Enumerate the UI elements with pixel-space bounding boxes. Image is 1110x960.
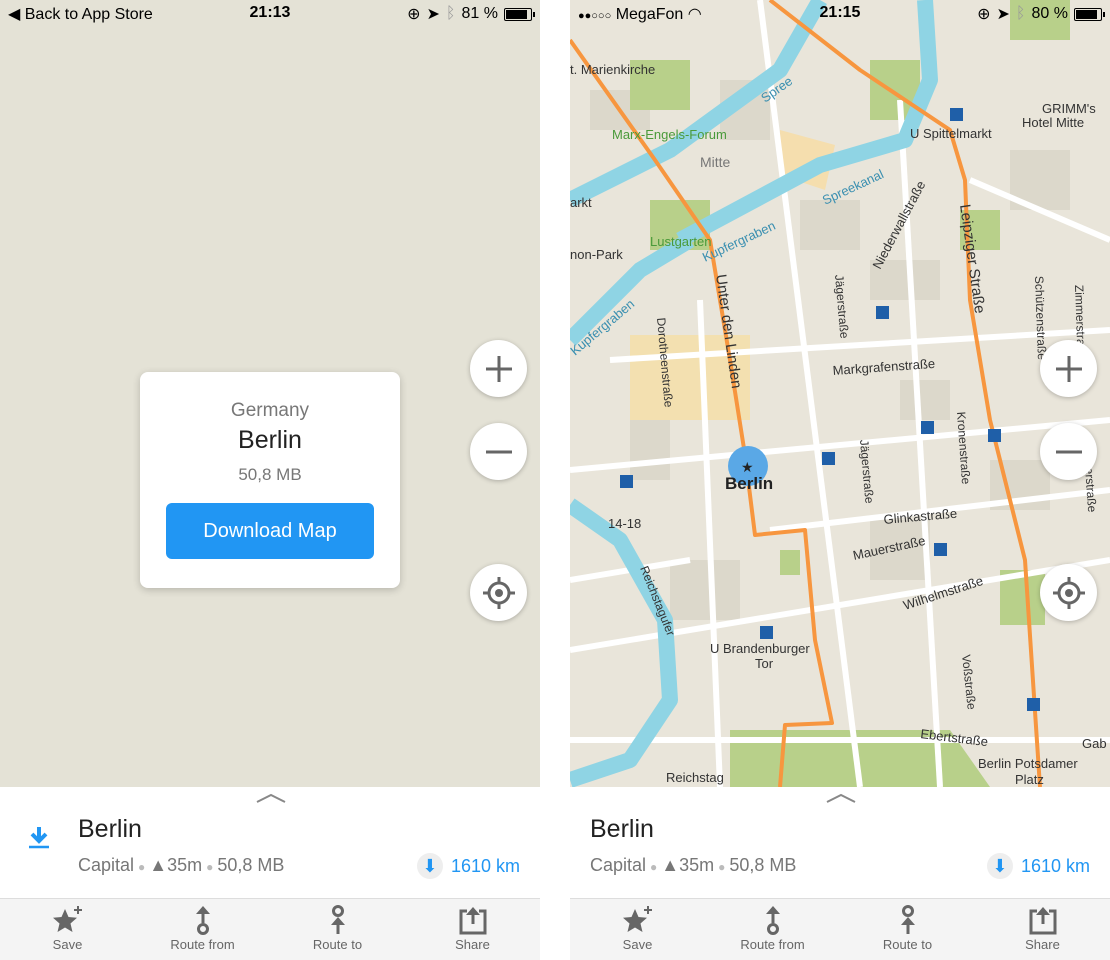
map-label: Mitte bbox=[700, 154, 731, 170]
map-canvas[interactable]: ★ Berlin t. Marienkirche Marx-Engels-For… bbox=[570, 0, 1110, 787]
direction-arrow-icon: ⬇ bbox=[986, 853, 1013, 879]
zoom-in-button[interactable] bbox=[470, 340, 527, 397]
download-icon[interactable] bbox=[28, 825, 50, 849]
place-size: 50,8 MB bbox=[729, 855, 797, 875]
map-size: 50,8 MB bbox=[238, 465, 302, 484]
location-icon: ➤ bbox=[996, 6, 1010, 23]
map-label: Markgrafenstraße bbox=[832, 356, 935, 378]
map-label: Lustgarten bbox=[650, 234, 711, 249]
star-plus-icon bbox=[622, 906, 652, 932]
battery-percent: 81 % bbox=[461, 5, 498, 22]
locate-icon bbox=[1052, 576, 1085, 609]
map-label: Jägerstraße bbox=[857, 439, 877, 504]
route-to-icon bbox=[330, 905, 345, 934]
map-label: Marx-Engels-Forum bbox=[612, 127, 727, 142]
elevation-icon: ▲ bbox=[661, 855, 680, 875]
route-from-button[interactable]: Route from bbox=[705, 899, 840, 960]
star-icon: ★ bbox=[741, 459, 754, 475]
distance: ⬇ 1610 km bbox=[986, 853, 1090, 879]
distance: ⬇ 1610 km bbox=[416, 853, 520, 879]
phone-screen-right: ★ Berlin t. Marienkirche Marx-Engels-For… bbox=[570, 0, 1110, 960]
minus-icon bbox=[485, 450, 512, 453]
route-to-button[interactable]: Route to bbox=[840, 899, 975, 960]
bluetooth-icon: ᛒ bbox=[1015, 5, 1026, 22]
download-map-button[interactable]: Download Map bbox=[166, 503, 374, 559]
elevation-icon: ▲ bbox=[149, 855, 168, 875]
city-label: Berlin bbox=[725, 474, 773, 493]
action-toolbar: Save Route from Route to Share bbox=[0, 898, 540, 960]
action-toolbar: Save Route from Route to Share bbox=[570, 898, 1110, 960]
chevron-up-icon[interactable] bbox=[826, 793, 856, 803]
place-sheet[interactable]: Berlin Capital ● ▲35m ● 50,8 MB ⬇ 1610 km bbox=[570, 787, 1110, 898]
distance-value: 1610 km bbox=[1020, 855, 1090, 876]
chevron-up-icon[interactable] bbox=[256, 793, 286, 803]
star-plus-icon bbox=[52, 906, 82, 932]
place-title: Berlin bbox=[590, 815, 654, 843]
battery-percent: 80 % bbox=[1031, 5, 1068, 22]
location-icon: ➤ bbox=[426, 6, 440, 23]
place-type: Capital bbox=[78, 855, 135, 875]
zoom-out-button[interactable] bbox=[470, 423, 527, 480]
battery-icon bbox=[1074, 7, 1105, 21]
rotation-lock-icon: ⊕ bbox=[977, 6, 991, 23]
zoom-in-button[interactable] bbox=[1040, 340, 1097, 397]
map-label: Reichstag bbox=[666, 770, 724, 785]
share-icon bbox=[459, 907, 486, 935]
elevation: 35m bbox=[167, 855, 203, 875]
place-title: Berlin bbox=[78, 815, 142, 843]
map-label: Platz bbox=[1015, 772, 1044, 787]
rotation-lock-icon: ⊕ bbox=[407, 6, 421, 23]
zoom-out-button[interactable] bbox=[1040, 423, 1097, 480]
status-bar: ●●○○○ MegaFon ◠ 21:15 ⊕ ➤ ᛒ 80 % bbox=[570, 0, 1110, 26]
country-label: Germany bbox=[230, 400, 310, 421]
distance-value: 1610 km bbox=[450, 855, 520, 876]
map-label: Tor bbox=[755, 656, 774, 671]
battery-icon bbox=[504, 7, 535, 21]
map-label: U Spittelmarkt bbox=[910, 126, 992, 141]
route-from-icon bbox=[195, 906, 210, 935]
map-label: Voßstraße bbox=[959, 654, 979, 711]
map-label: GRIMM's bbox=[1042, 101, 1096, 116]
bluetooth-icon: ᛒ bbox=[445, 5, 456, 22]
my-location-button[interactable] bbox=[1040, 564, 1097, 621]
route-from-icon bbox=[765, 906, 780, 935]
route-from-button[interactable]: Route from bbox=[135, 899, 270, 960]
map-label: Jägerstraße bbox=[832, 274, 852, 339]
place-size: 50,8 MB bbox=[217, 855, 285, 875]
place-sheet[interactable]: Berlin Capital ● ▲35m ● 50,8 MB ⬇ 1610 km bbox=[0, 787, 540, 898]
map-label: Schützenstraße bbox=[1032, 276, 1049, 361]
plus-icon bbox=[485, 355, 512, 382]
place-meta: Capital ● ▲35m ● 50,8 MB bbox=[590, 855, 797, 875]
save-button[interactable]: Save bbox=[0, 899, 135, 960]
direction-arrow-icon: ⬇ bbox=[416, 853, 443, 879]
map-label: non-Park bbox=[570, 247, 623, 262]
my-location-button[interactable] bbox=[470, 564, 527, 621]
elevation: 35m bbox=[679, 855, 715, 875]
plus-icon bbox=[1055, 355, 1082, 382]
map-label: t. Marienkirche bbox=[570, 62, 655, 77]
download-map-card: Germany Berlin 50,8 MB Download Map bbox=[140, 372, 400, 588]
map-label: Niederwallstraße bbox=[869, 178, 928, 271]
save-button[interactable]: Save bbox=[570, 899, 705, 960]
locate-icon bbox=[482, 576, 515, 609]
place-meta: Capital ● ▲35m ● 50,8 MB bbox=[78, 855, 285, 875]
status-bar: ◀ Back to App Store 21:13 ⊕ ➤ ᛒ 81 % bbox=[0, 0, 540, 26]
map-label: Kronenstraße bbox=[954, 411, 973, 485]
city-label: Berlin bbox=[238, 426, 302, 454]
minus-icon bbox=[1055, 450, 1082, 453]
share-button[interactable]: Share bbox=[975, 899, 1110, 960]
share-icon bbox=[1029, 907, 1056, 935]
map-label: Glinkastraße bbox=[883, 506, 958, 527]
route-to-button[interactable]: Route to bbox=[270, 899, 405, 960]
place-type: Capital bbox=[590, 855, 647, 875]
map-label: U Brandenburger bbox=[710, 641, 810, 656]
map-label: 14-18 bbox=[608, 516, 641, 531]
phone-screen-left: ◀ Back to App Store 21:13 ⊕ ➤ ᛒ 81 % German… bbox=[0, 0, 540, 960]
route-to-icon bbox=[900, 905, 915, 934]
map-label: arkt bbox=[570, 195, 592, 210]
map-label: Gab bbox=[1082, 736, 1107, 751]
map-label: Berlin Potsdamer bbox=[978, 756, 1078, 771]
map-label: Hotel Mitte bbox=[1022, 115, 1084, 130]
share-button[interactable]: Share bbox=[405, 899, 540, 960]
